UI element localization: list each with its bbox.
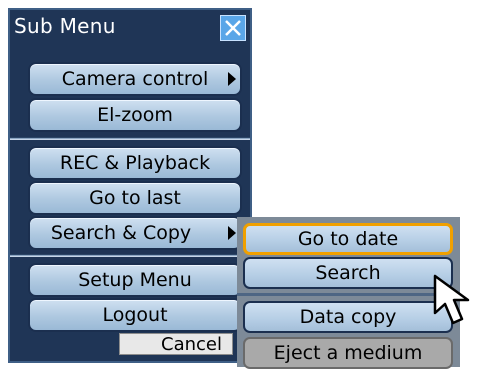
menu-item-label: Setup Menu	[78, 269, 192, 291]
mouse-pointer-icon	[433, 274, 470, 325]
menu-item-camera-control[interactable]: Camera control	[28, 62, 242, 96]
divider	[10, 137, 250, 140]
title-bar: Sub Menu	[10, 10, 250, 46]
close-icon	[225, 20, 241, 36]
menu-item-el-zoom[interactable]: El-zoom	[28, 98, 242, 132]
sub-menu-panel: Sub Menu Camera control El-zoom REC & Pl…	[8, 8, 252, 363]
submenu-divider	[237, 293, 460, 296]
menu-item-label: Camera control	[61, 68, 209, 90]
submenu-item-go-to-date[interactable]: Go to date	[243, 223, 453, 255]
menu-item-label: Search & Copy	[50, 222, 192, 244]
menu-item-search-copy[interactable]: Search & Copy	[28, 216, 242, 250]
menu-item-label: El-zoom	[97, 104, 173, 126]
submenu-arrow-icon	[228, 72, 236, 86]
menu-item-rec-playback[interactable]: REC & Playback	[28, 146, 242, 180]
window-title: Sub Menu	[14, 14, 116, 38]
menu-item-label: Go to last	[89, 187, 181, 209]
search-copy-submenu: Go to date Search Data copy Eject a medi…	[237, 217, 460, 369]
submenu-item-eject-medium: Eject a medium	[243, 337, 453, 369]
cancel-button[interactable]: Cancel	[119, 333, 233, 355]
submenu-item-search[interactable]: Search	[243, 257, 453, 289]
menu-item-setup-menu[interactable]: Setup Menu	[28, 263, 242, 297]
menu-item-label: REC & Playback	[59, 152, 211, 174]
menu-item-logout[interactable]: Logout	[28, 298, 242, 332]
menu-item-go-to-last[interactable]: Go to last	[28, 181, 242, 215]
menu-item-label: Logout	[102, 304, 168, 326]
submenu-item-data-copy[interactable]: Data copy	[243, 301, 453, 333]
close-button[interactable]	[220, 15, 246, 41]
divider	[10, 254, 250, 257]
submenu-arrow-icon	[228, 226, 236, 240]
